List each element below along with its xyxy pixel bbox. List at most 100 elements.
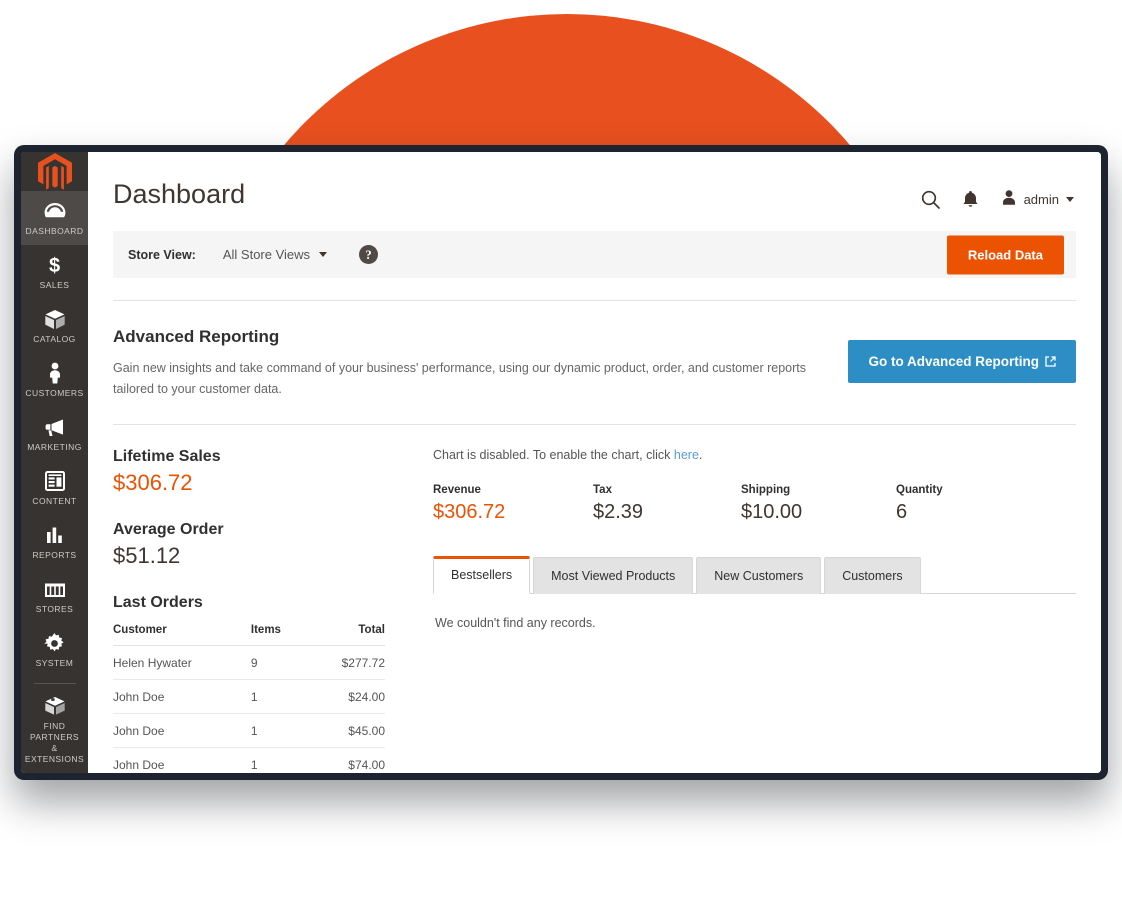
- cell-customer: John Doe: [113, 679, 251, 714]
- sidebar-item-customers[interactable]: CUSTOMERS: [21, 353, 88, 407]
- metric-quantity: Quantity 6: [896, 484, 943, 525]
- chart-note-prefix: Chart is disabled. To enable the chart, …: [433, 448, 674, 462]
- cell-items: 9: [250, 645, 321, 680]
- bell-icon[interactable]: [962, 190, 979, 209]
- partners-line-2: & EXTENSIONS: [24, 743, 85, 764]
- store-view-select[interactable]: All Store Views: [222, 247, 328, 262]
- cell-items: 1: [250, 713, 321, 748]
- store-view-value: All Store Views: [222, 247, 311, 262]
- account-menu[interactable]: admin: [1001, 189, 1074, 209]
- cell-items: 1: [250, 679, 321, 714]
- external-link-icon: [1045, 356, 1056, 367]
- column-header-items: Items: [250, 624, 321, 646]
- cell-total: $74.00: [320, 747, 385, 773]
- cell-customer: Helen Hywater: [113, 645, 251, 680]
- bar-chart-icon: [45, 524, 65, 546]
- cell-customer: John Doe: [113, 713, 251, 748]
- table-row[interactable]: John Doe 1 $74.00: [113, 747, 385, 773]
- average-order-block: Average Order $51.12: [113, 521, 385, 571]
- sidebar-item-find-partners-extensions[interactable]: FIND PARTNERS & EXTENSIONS: [21, 686, 88, 773]
- advanced-reporting-section: Advanced Reporting Gain new insights and…: [88, 301, 1101, 424]
- sidebar-item-dashboard[interactable]: DASHBOARD: [21, 191, 88, 246]
- metric-tax: Tax $2.39: [593, 484, 741, 525]
- chart-note-suffix: .: [698, 448, 703, 462]
- table-row[interactable]: Helen Hywater 9 $277.72: [113, 645, 385, 680]
- tab-most-viewed-products[interactable]: Most Viewed Products: [533, 557, 694, 594]
- magento-logo[interactable]: [21, 152, 88, 192]
- search-icon[interactable]: [921, 190, 940, 209]
- table-header-row: Customer Items Total: [113, 624, 385, 646]
- person-icon: [48, 362, 62, 384]
- sidebar-item-label: STORES: [35, 604, 74, 615]
- puzzle-box-icon: [44, 695, 66, 717]
- chart-disabled-note: Chart is disabled. To enable the chart, …: [433, 448, 1076, 462]
- svg-text:$: $: [49, 255, 60, 276]
- sidebar: DASHBOARD $ SALES CATALOG CUSTOMERS MARK…: [21, 152, 88, 773]
- tab-new-customers[interactable]: New Customers: [696, 557, 822, 594]
- sidebar-item-label: CUSTOMERS: [25, 388, 84, 399]
- sidebar-item-content[interactable]: CONTENT: [21, 461, 88, 515]
- table-row[interactable]: John Doe 1 $45.00: [113, 713, 385, 748]
- sidebar-divider: [33, 683, 76, 684]
- partners-line-1: FIND PARTNERS: [29, 721, 80, 742]
- sidebar-item-sales[interactable]: $ SALES: [21, 245, 88, 299]
- app-window-frame: DASHBOARD $ SALES CATALOG CUSTOMERS MARK…: [14, 145, 1108, 780]
- screenshot-stage: DASHBOARD $ SALES CATALOG CUSTOMERS MARK…: [0, 0, 1122, 924]
- metric-shipping: Shipping $10.00: [741, 484, 896, 525]
- question-mark-icon[interactable]: ?: [359, 245, 379, 264]
- chevron-down-icon: [1066, 196, 1074, 202]
- metric-revenue: Revenue $306.72: [433, 484, 593, 525]
- store-view-bar: Store View: All Store Views ? Reload Dat…: [113, 231, 1076, 278]
- average-order-label: Average Order: [113, 521, 224, 538]
- store-view-label: Store View:: [128, 247, 196, 262]
- sidebar-item-label: SYSTEM: [35, 658, 74, 669]
- sidebar-item-label: CATALOG: [33, 334, 76, 345]
- sidebar-item-stores[interactable]: STORES: [21, 569, 88, 623]
- tab-customers[interactable]: Customers: [824, 557, 921, 594]
- account-label: admin: [1023, 191, 1059, 207]
- advanced-reporting-title: Advanced Reporting: [113, 327, 280, 346]
- sidebar-item-label: MARKETING: [27, 442, 82, 453]
- layout-icon: [44, 470, 65, 492]
- metric-value: $2.39: [593, 501, 644, 523]
- sidebar-item-marketing[interactable]: MARKETING: [21, 407, 88, 461]
- sidebar-item-catalog[interactable]: CATALOG: [21, 299, 88, 353]
- cell-customer: John Doe: [113, 747, 251, 773]
- page-header: Dashboard admin: [88, 152, 1101, 211]
- left-column: Lifetime Sales $306.72 Average Order $51…: [113, 448, 413, 773]
- box-icon: [44, 308, 66, 330]
- sidebar-item-reports[interactable]: REPORTS: [21, 515, 88, 569]
- main-content: Dashboard admin Store View: All Store Vi…: [88, 152, 1101, 773]
- metric-value: $306.72: [433, 501, 506, 523]
- storefront-icon: [44, 578, 66, 600]
- enable-chart-link[interactable]: here: [674, 448, 699, 462]
- advanced-reporting-button-label: Go to Advanced Reporting: [868, 354, 1039, 369]
- app-window: DASHBOARD $ SALES CATALOG CUSTOMERS MARK…: [21, 152, 1101, 773]
- sidebar-item-label: DASHBOARD: [25, 226, 84, 237]
- reload-data-button[interactable]: Reload Data: [946, 235, 1064, 274]
- dashboard-columns: Lifetime Sales $306.72 Average Order $51…: [88, 448, 1101, 773]
- user-icon: [1001, 189, 1017, 209]
- sidebar-item-label: FIND PARTNERS & EXTENSIONS: [23, 721, 86, 765]
- last-orders-title: Last Orders: [113, 594, 203, 611]
- tab-bestsellers[interactable]: Bestsellers: [433, 556, 531, 594]
- cell-total: $277.72: [320, 645, 385, 680]
- metric-value: 6: [896, 501, 908, 523]
- metric-label: Tax: [593, 484, 612, 496]
- sidebar-item-system[interactable]: SYSTEM: [21, 623, 88, 677]
- metric-label: Quantity: [896, 484, 943, 496]
- go-to-advanced-reporting-button[interactable]: Go to Advanced Reporting: [848, 340, 1076, 383]
- cell-total: $45.00: [320, 713, 385, 748]
- lifetime-sales-block: Lifetime Sales $306.72: [113, 448, 385, 498]
- tab-panel-bestsellers: We couldn't find any records.: [433, 594, 1076, 630]
- advanced-reporting-description: Gain new insights and take command of yo…: [113, 361, 807, 396]
- cell-items: 1: [250, 747, 321, 773]
- last-orders-table: Customer Items Total Helen Hywater 9 $27…: [113, 624, 385, 773]
- column-header-total: Total: [320, 624, 385, 646]
- empty-records-message: We couldn't find any records.: [435, 616, 596, 630]
- table-row[interactable]: John Doe 1 $24.00: [113, 679, 385, 714]
- page-title: Dashboard: [113, 179, 246, 209]
- cell-total: $24.00: [320, 679, 385, 714]
- header-actions: admin: [921, 177, 1074, 209]
- last-orders-body: Helen Hywater 9 $277.72 John Doe 1 $24.0…: [113, 645, 385, 773]
